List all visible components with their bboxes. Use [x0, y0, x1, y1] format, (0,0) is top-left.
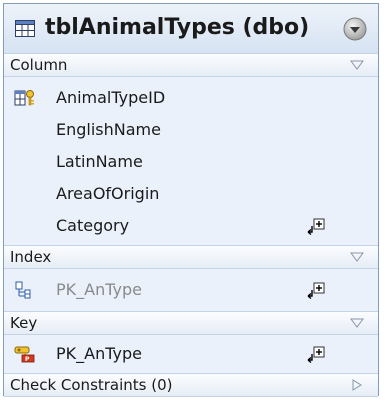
add-key-icon[interactable] [307, 346, 325, 364]
primary-key-icon: P [14, 346, 35, 363]
key-row-pk-antype[interactable]: P PK_AnType [4, 338, 378, 370]
index-section-title: Index [10, 248, 52, 266]
check-constraints-section-header[interactable]: Check Constraints (0) [4, 373, 378, 397]
dropdown-menu-icon[interactable] [343, 17, 367, 41]
column-row-animaltypeid[interactable]: AnimalTypeID [4, 82, 378, 114]
column-section-header[interactable]: Column [4, 53, 378, 77]
check-constraints-section-title: Check Constraints (0) [10, 376, 173, 394]
column-name: Category [56, 216, 130, 235]
column-name: LatinName [56, 152, 143, 171]
add-index-icon[interactable] [307, 282, 325, 300]
collapse-arrow-icon[interactable] [350, 317, 364, 329]
svg-text:P: P [25, 356, 30, 363]
collapse-arrow-icon[interactable] [350, 251, 364, 263]
table-title: tblAnimalTypes (dbo) [45, 15, 310, 40]
column-list: AnimalTypeID EnglishName LatinName AreaO… [4, 77, 378, 245]
index-icon [15, 281, 31, 299]
column-row-category[interactable]: Category [4, 210, 378, 242]
add-column-icon[interactable] [307, 218, 325, 236]
index-list: PK_AnType [4, 269, 378, 311]
key-name: PK_AnType [56, 344, 142, 363]
collapse-arrow-icon[interactable] [350, 59, 364, 71]
index-name: PK_AnType [56, 280, 142, 299]
column-name: AnimalTypeID [56, 88, 166, 107]
column-name: AreaOfOrigin [56, 184, 160, 203]
column-row-areaoforigin[interactable]: AreaOfOrigin [4, 178, 378, 210]
index-section-header[interactable]: Index [4, 245, 378, 269]
column-row-latinname[interactable]: LatinName [4, 146, 378, 178]
column-row-englishname[interactable]: EnglishName [4, 114, 378, 146]
table-grid-icon [15, 20, 35, 37]
key-section-header[interactable]: Key [4, 311, 378, 335]
column-section-title: Column [10, 56, 68, 74]
index-row-pk-antype[interactable]: PK_AnType [4, 274, 378, 306]
table-title-bar[interactable]: tblAnimalTypes (dbo) [4, 4, 378, 54]
column-name: EnglishName [56, 120, 161, 139]
key-section-title: Key [10, 314, 38, 332]
expand-arrow-icon[interactable] [350, 379, 364, 391]
key-list: P PK_AnType [4, 335, 378, 373]
primary-key-column-icon [14, 90, 34, 106]
table-box: tblAnimalTypes (dbo) Column AnimalTypeID… [3, 3, 379, 397]
